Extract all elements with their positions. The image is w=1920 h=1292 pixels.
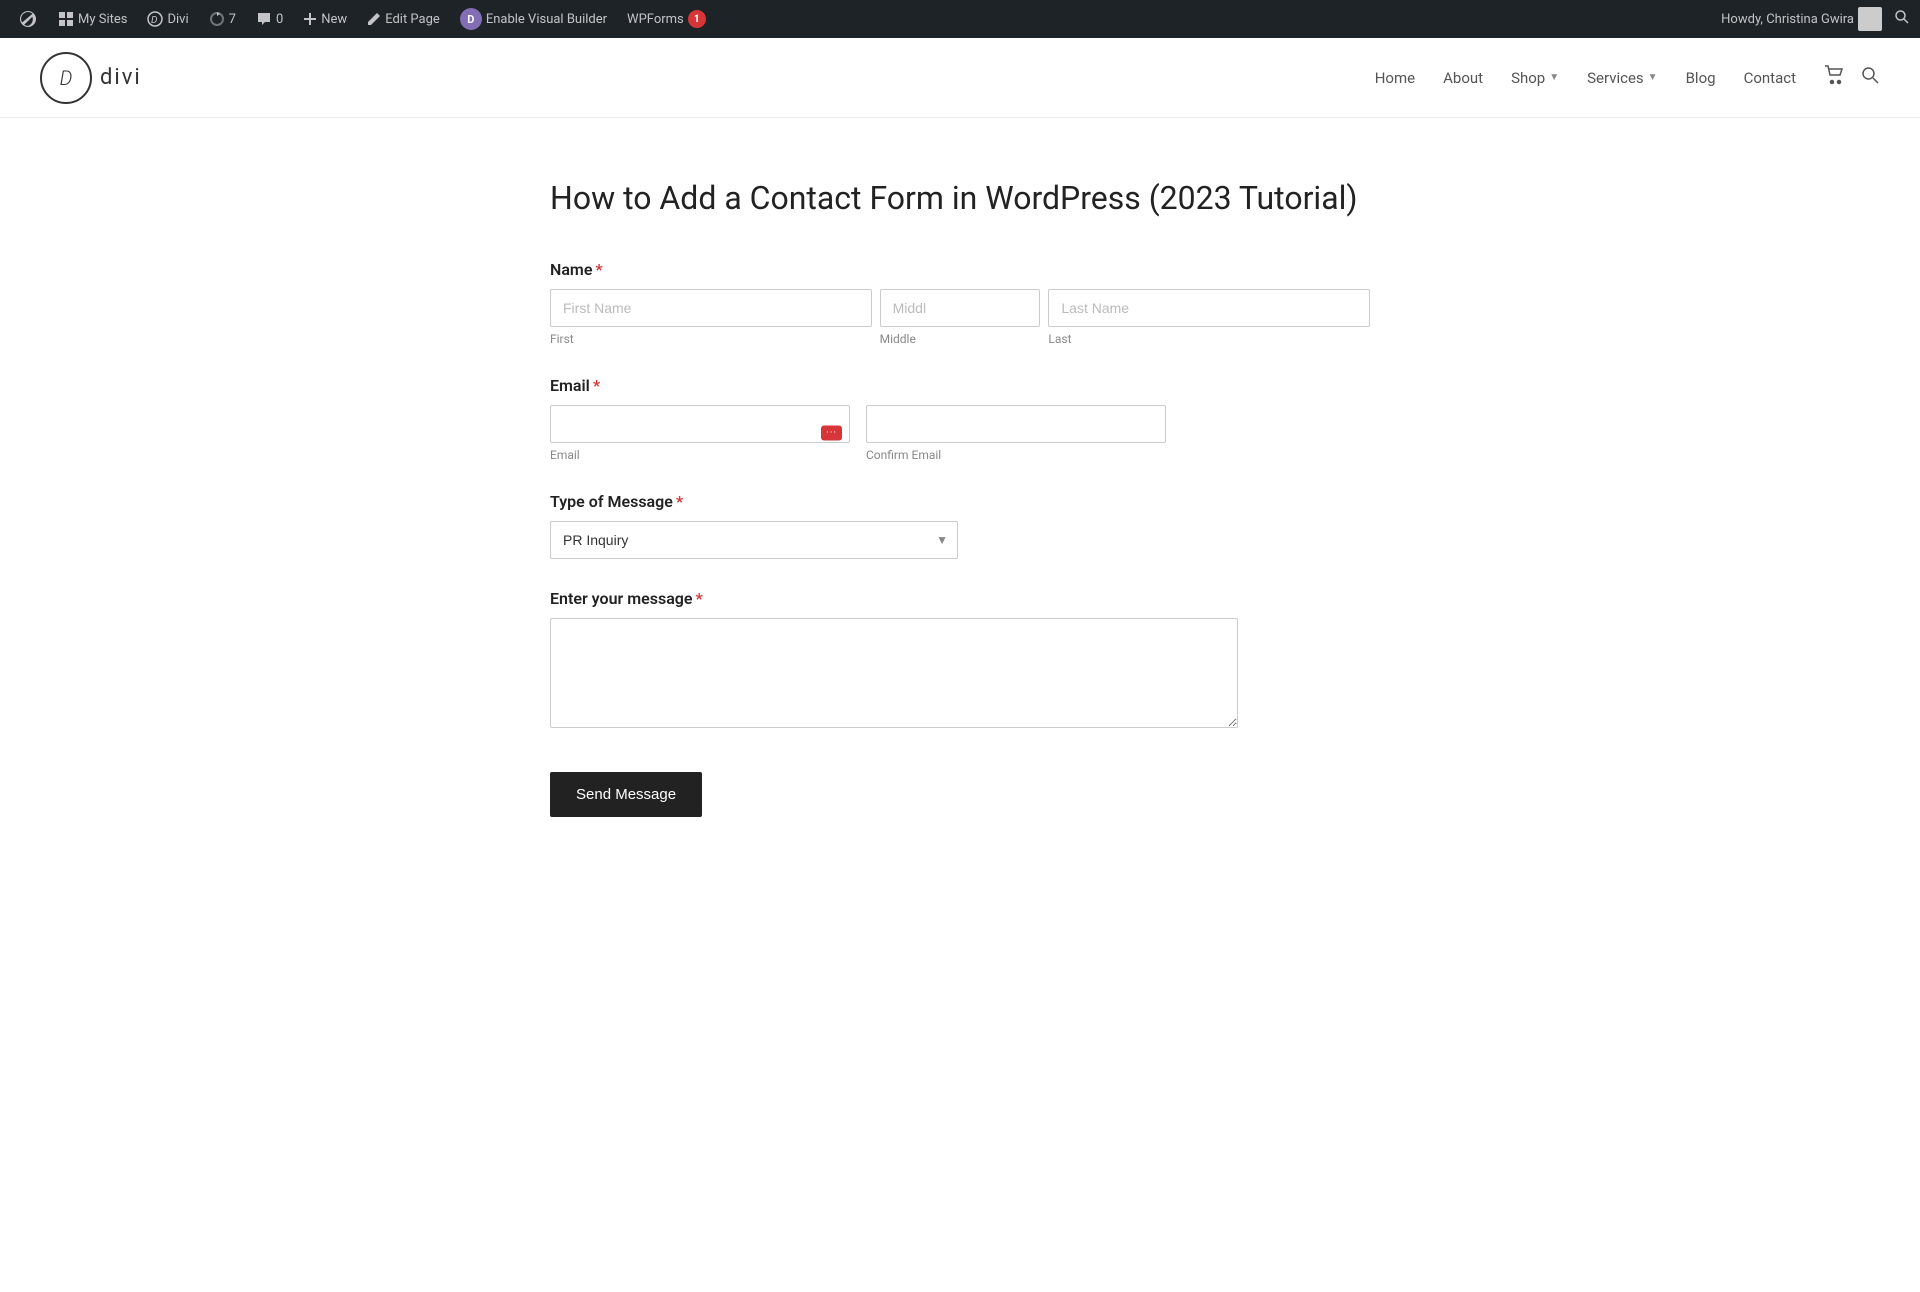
divi-logo-circle: D	[40, 52, 92, 104]
comments-label: 0	[276, 12, 283, 27]
wpforms-label: WPForms	[627, 12, 684, 27]
nav-about[interactable]: About	[1443, 69, 1483, 87]
nav-contact[interactable]: Contact	[1744, 69, 1796, 87]
main-nav: Home About Shop ▼ Services ▼ Blog Contac…	[1375, 65, 1880, 90]
admin-bar-updates[interactable]: 7	[201, 0, 244, 38]
page-title: How to Add a Contact Form in WordPress (…	[550, 178, 1370, 220]
header-search-icon[interactable]	[1860, 65, 1880, 90]
admin-bar-wpforms[interactable]: WPForms 1	[619, 0, 714, 38]
svg-text:D: D	[151, 15, 158, 26]
middle-name-sublabel: Middle	[880, 332, 1041, 346]
wpforms-badge: 1	[688, 10, 706, 28]
cart-icon[interactable]	[1824, 65, 1844, 90]
divi-d-icon: D	[460, 8, 482, 30]
name-label: Name*	[550, 260, 1370, 279]
nav-shop[interactable]: Shop ▼	[1511, 69, 1559, 87]
message-required-star: *	[696, 589, 703, 608]
last-name-sublabel: Last	[1048, 332, 1370, 346]
search-icon[interactable]	[1894, 9, 1910, 29]
first-name-sublabel: First	[550, 332, 872, 346]
howdy-text: Howdy, Christina Gwira	[1721, 12, 1854, 27]
admin-bar-my-sites[interactable]: My Sites	[50, 0, 135, 38]
admin-bar-edit-page[interactable]: Edit Page	[359, 0, 448, 38]
type-select[interactable]: PR Inquiry General Inquiry Support Partn…	[550, 521, 958, 559]
user-avatar[interactable]	[1858, 7, 1882, 31]
visual-builder-label: Enable Visual Builder	[486, 12, 607, 27]
shop-chevron-icon: ▼	[1549, 72, 1559, 83]
email-input[interactable]	[550, 405, 850, 443]
message-textarea[interactable]	[550, 618, 1238, 728]
message-label: Enter your message*	[550, 589, 1370, 608]
confirm-email-field-wrap: Confirm Email	[866, 405, 1166, 462]
nav-services[interactable]: Services ▼	[1587, 69, 1657, 87]
my-sites-label: My Sites	[78, 12, 127, 27]
send-message-button[interactable]: Send Message	[550, 772, 702, 817]
nav-icons	[1824, 65, 1880, 90]
email-sublabel: Email	[550, 448, 850, 462]
admin-bar-wp-logo[interactable]	[10, 0, 46, 38]
email-label: Email*	[550, 376, 1370, 395]
nav-home[interactable]: Home	[1375, 69, 1415, 87]
middle-name-wrap: Middle	[880, 289, 1041, 346]
site-logo[interactable]: D divi	[40, 52, 142, 104]
last-name-input[interactable]	[1048, 289, 1370, 327]
first-name-input[interactable]	[550, 289, 872, 327]
contact-form: Name* First Middle Last Email*	[550, 260, 1370, 817]
name-fields: First Middle Last	[550, 289, 1370, 346]
email-required-star: *	[593, 376, 600, 395]
admin-bar: My Sites D Divi 7 0 New Edit Page D Enab…	[0, 0, 1920, 38]
type-required-star: *	[676, 492, 683, 511]
services-chevron-icon: ▼	[1648, 72, 1658, 83]
main-content: How to Add a Contact Form in WordPress (…	[510, 178, 1410, 817]
email-field-wrap: ··· Email	[550, 405, 850, 462]
nav-blog[interactable]: Blog	[1686, 69, 1716, 87]
edit-page-label: Edit Page	[385, 12, 440, 27]
admin-bar-visual-builder[interactable]: D Enable Visual Builder	[452, 0, 615, 38]
confirm-email-input[interactable]	[866, 405, 1166, 443]
type-select-wrap: PR Inquiry General Inquiry Support Partn…	[550, 521, 958, 559]
middle-name-input[interactable]	[880, 289, 1041, 327]
name-required-star: *	[595, 260, 602, 279]
divi-label: Divi	[167, 12, 188, 27]
first-name-wrap: First	[550, 289, 872, 346]
site-header: D divi Home About Shop ▼ Services ▼ Blog…	[0, 38, 1920, 118]
type-label: Type of Message*	[550, 492, 1370, 511]
email-fields: ··· Email Confirm Email	[550, 405, 1370, 462]
type-section: Type of Message* PR Inquiry General Inqu…	[550, 492, 1370, 559]
message-section: Enter your message*	[550, 589, 1370, 732]
last-name-wrap: Last	[1048, 289, 1370, 346]
admin-bar-new[interactable]: New	[295, 0, 355, 38]
admin-bar-right: Howdy, Christina Gwira	[1721, 7, 1910, 31]
admin-bar-divi[interactable]: D Divi	[139, 0, 196, 38]
name-section: Name* First Middle Last	[550, 260, 1370, 346]
site-name: divi	[100, 65, 142, 90]
email-dots-icon: ···	[821, 426, 842, 441]
admin-bar-comments[interactable]: 0	[248, 0, 291, 38]
confirm-email-sublabel: Confirm Email	[866, 448, 1166, 462]
new-label: New	[321, 12, 347, 27]
updates-label: 7	[229, 12, 236, 27]
email-section: Email* ··· Email Confirm Email	[550, 376, 1370, 462]
